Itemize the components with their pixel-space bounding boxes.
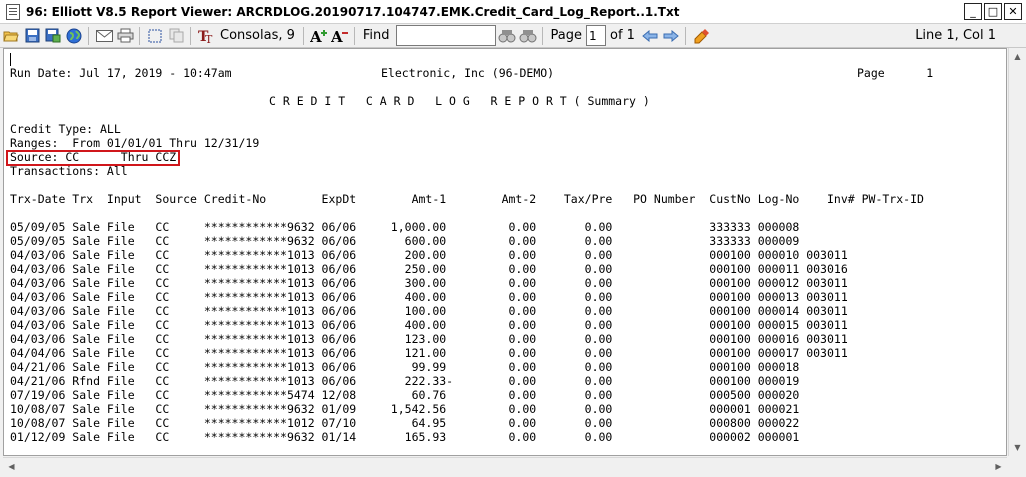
window-title: 96: Elliott V8.5 Report Viewer: ARCRDLOG… xyxy=(26,4,680,19)
toolbar-separator xyxy=(541,26,543,45)
page-count: of 1 xyxy=(610,28,635,43)
transactions: Transactions: All xyxy=(10,164,128,178)
scroll-down-icon[interactable]: ▼ xyxy=(1009,439,1026,456)
window-controls: _ □ ✕ xyxy=(964,3,1022,20)
font-selector[interactable]: Consolas, 9 xyxy=(220,28,295,43)
globe-icon[interactable] xyxy=(64,26,84,46)
toolbar: TT Consolas, 9 A A Find Page of 1 Line 1… xyxy=(0,24,1026,48)
toolbar-separator xyxy=(139,26,140,45)
table-row: 04/03/06 Sale File CC ************1013 0… xyxy=(10,290,848,304)
column-headers: Trx-Date Trx Input Source Credit-No ExpD… xyxy=(10,192,924,206)
page-input[interactable] xyxy=(586,25,607,46)
page-label: Page xyxy=(550,28,583,43)
table-row: 04/03/06 Sale File CC ************1013 0… xyxy=(10,276,848,290)
table-row: 04/03/06 Sale File CC ************1013 0… xyxy=(10,332,848,346)
toolbar-separator xyxy=(88,26,89,45)
table-row: 10/08/07 Sale File CC ************1012 0… xyxy=(10,416,800,430)
scroll-up-icon[interactable]: ▲ xyxy=(1009,48,1026,65)
open-folder-icon[interactable] xyxy=(1,26,21,46)
report-viewer[interactable]: Run Date: Jul 17, 2019 - 10:47am Electro… xyxy=(3,48,1007,456)
find-next-icon[interactable] xyxy=(497,26,517,46)
scroll-left-icon[interactable]: ◀ xyxy=(3,458,20,475)
grow-font-icon[interactable]: A xyxy=(309,26,329,46)
select-icon[interactable] xyxy=(145,26,165,46)
vertical-scrollbar[interactable]: ▲ ▼ xyxy=(1008,48,1025,456)
table-row: 04/03/06 Sale File CC ************1013 0… xyxy=(10,304,848,318)
font-icon[interactable]: TT xyxy=(196,26,216,46)
next-page-icon[interactable] xyxy=(661,26,681,46)
run-date: Run Date: Jul 17, 2019 - 10:47am xyxy=(10,66,232,80)
table-row: 04/04/06 Sale File CC ************1013 0… xyxy=(10,346,848,360)
table-row: 04/21/06 Sale File CC ************1013 0… xyxy=(10,360,800,374)
highlighter-icon[interactable] xyxy=(691,26,711,46)
save-as-icon[interactable] xyxy=(43,26,63,46)
toolbar-separator xyxy=(353,26,355,45)
toolbar-separator xyxy=(190,26,191,45)
find-input[interactable] xyxy=(395,25,496,46)
text-caret xyxy=(10,53,11,66)
svg-text:T: T xyxy=(205,33,213,44)
print-icon[interactable] xyxy=(115,26,135,46)
find-prev-icon[interactable] xyxy=(518,26,538,46)
table-row: 10/08/07 Sale File CC ************9632 0… xyxy=(10,402,800,416)
minimize-button[interactable]: _ xyxy=(964,3,982,20)
close-button[interactable]: ✕ xyxy=(1004,3,1022,20)
report-title: C R E D I T C A R D L O G R E P O R T ( … xyxy=(269,94,650,108)
company-name: Electronic, Inc (96-DEMO) xyxy=(381,66,555,80)
table-row: 05/09/05 Sale File CC ************9632 0… xyxy=(10,220,800,234)
credit-type: Credit Type: ALL xyxy=(10,122,121,136)
table-row: 05/09/05 Sale File CC ************9632 0… xyxy=(10,234,800,248)
svg-text:A: A xyxy=(310,28,322,44)
table-row: 04/03/06 Sale File CC ************1013 0… xyxy=(10,248,848,262)
toolbar-separator xyxy=(302,26,304,45)
save-icon[interactable] xyxy=(22,26,42,46)
table-row: 01/12/09 Sale File CC ************9632 0… xyxy=(10,430,800,444)
prev-page-icon[interactable] xyxy=(640,26,660,46)
scroll-right-icon[interactable]: ▶ xyxy=(990,458,1007,475)
svg-text:A: A xyxy=(331,28,343,44)
table-row: 04/03/06 Sale File CC ************1013 0… xyxy=(10,318,848,332)
title-bar: 96: Elliott V8.5 Report Viewer: ARCRDLOG… xyxy=(0,0,1026,24)
table-row: 07/19/06 Sale File CC ************5474 1… xyxy=(10,388,800,402)
scrollbar-corner xyxy=(1008,457,1025,474)
copy-icon[interactable] xyxy=(166,26,186,46)
shrink-font-icon[interactable]: A xyxy=(330,26,350,46)
page-number: Page 1 xyxy=(857,66,934,80)
document-icon xyxy=(6,3,20,20)
horizontal-scrollbar[interactable]: ◀ ▶ xyxy=(3,457,1007,474)
table-row: 04/03/06 Sale File CC ************1013 0… xyxy=(10,262,848,276)
email-icon[interactable] xyxy=(94,26,114,46)
ranges: Ranges: From 01/01/01 Thru 12/31/19 xyxy=(10,136,260,150)
cursor-position: Line 1, Col 1 xyxy=(915,28,996,43)
maximize-button[interactable]: □ xyxy=(984,3,1002,20)
toolbar-separator xyxy=(684,26,686,45)
table-row: 04/21/06 Rfnd File CC ************1013 0… xyxy=(10,374,800,388)
find-label: Find xyxy=(362,28,390,43)
